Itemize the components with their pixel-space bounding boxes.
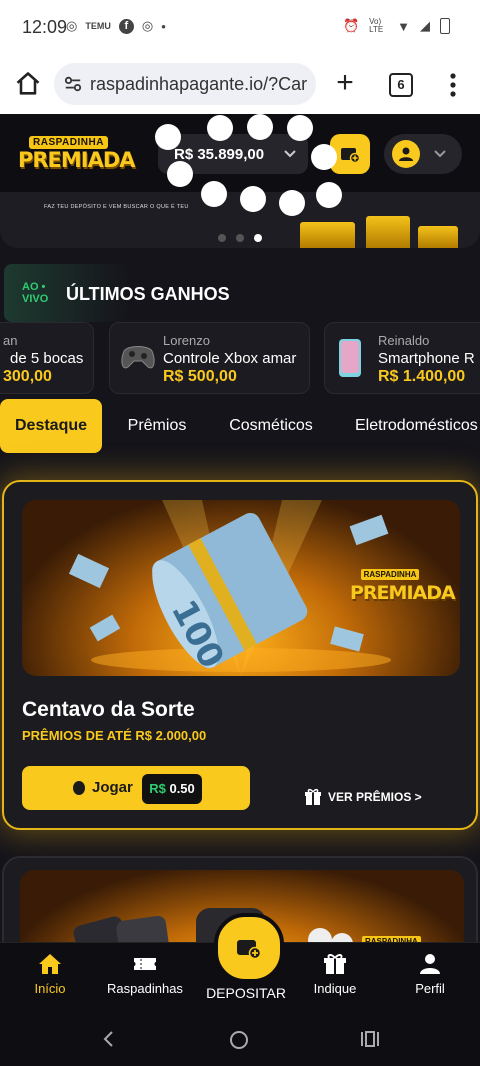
bottom-navigation: Início Raspadinhas DEPOSITAR Indique Per… <box>0 913 480 1013</box>
touch-dot <box>316 182 342 208</box>
live-wins-title: ÚLTIMOS GANHOS <box>66 284 230 304</box>
camera-notification-icon-2: ◎ <box>141 18 154 33</box>
wifi-icon: ▼ <box>397 18 410 34</box>
win-card[interactable]: Lorenzo Controle Xbox amar R$ 500,00 <box>109 322 310 394</box>
live-wins-list: an de 5 bocas 300,00 Lorenzo Controle Xb… <box>0 322 480 394</box>
touch-dot <box>207 115 233 141</box>
carousel-dot-active[interactable] <box>254 234 262 242</box>
card-max-prize: PRÊMIOS DE ATÉ R$ 2.000,00 <box>22 728 207 743</box>
recents-icon[interactable] <box>360 1030 380 1048</box>
card-image: 100 RASPADINHA PREMIADA <box>22 500 460 676</box>
deposit-label[interactable]: DEPOSITAR <box>190 985 302 1001</box>
back-icon[interactable] <box>100 1030 118 1048</box>
tab-eletrodomesticos[interactable]: Eletrodomésticos <box>344 399 480 453</box>
facebook-notification-icon: f <box>118 18 134 34</box>
temu-notification-icon: TEMU <box>85 21 111 31</box>
system-icons: ⏰ Vo) LTE ▼ ◢ <box>343 18 450 34</box>
home-icon[interactable] <box>14 70 42 98</box>
tab-premios[interactable]: Prêmios <box>112 399 202 453</box>
user-icon <box>420 954 440 974</box>
user-icon <box>399 147 413 161</box>
xbox-controller-image <box>121 346 155 369</box>
win-card[interactable]: Reinaldo Smartphone R R$ 1.400,00 <box>324 322 480 394</box>
status-time: 12:09 <box>22 17 68 37</box>
browser-toolbar: raspadinhapagante.io/?Car + 6 <box>0 56 480 114</box>
card-logo: RASPADINHA PREMIADA <box>350 569 456 604</box>
chevron-down-icon <box>284 150 296 158</box>
touch-dot <box>279 190 305 216</box>
scratch-card-centavo[interactable]: 100 RASPADINHA PREMIADA Centavo da Sorte… <box>2 480 478 830</box>
nav-home[interactable]: Início <box>2 953 98 996</box>
battery-icon <box>440 18 450 34</box>
live-wins-header: AO • VIVO ÚLTIMOS GANHOS <box>4 264 480 322</box>
url-text[interactable]: raspadinhapagante.io/?Car <box>90 74 307 95</box>
touch-dot <box>201 181 227 207</box>
win-card[interactable]: an de 5 bocas 300,00 <box>0 322 94 394</box>
camera-notification-icon: ◎ <box>66 18 78 33</box>
more-notifications-icon: • <box>161 18 166 34</box>
carousel-dot[interactable] <box>236 234 244 242</box>
volte-icon: Vo) LTE <box>369 17 384 34</box>
touch-dot <box>287 115 313 141</box>
ticket-icon <box>134 958 156 970</box>
wallet-plus-icon <box>341 148 360 163</box>
touch-dot <box>247 114 273 140</box>
play-button[interactable]: Jogar R$ 0.50 <box>22 766 250 810</box>
category-tabs: Destaque Prêmios Cosméticos Eletrodomést… <box>0 399 480 453</box>
touch-dot <box>167 161 193 187</box>
status-bar: 12:09 ◎ TEMU f ◎ • ⏰ Vo) LTE ▼ ◢ <box>0 0 480 56</box>
coin-icon <box>73 781 85 795</box>
profile-menu-button[interactable] <box>384 134 462 174</box>
card-title: Centavo da Sorte <box>22 698 195 721</box>
site-logo[interactable]: RASPADINHA PREMIADA <box>16 136 136 184</box>
view-prizes-link[interactable]: VER PRÊMIOS > <box>304 788 422 806</box>
chevron-down-icon <box>434 150 446 158</box>
banner-prize-pedestal <box>418 226 458 248</box>
new-tab-button[interactable]: + <box>330 68 360 98</box>
signal-icon: ◢ <box>420 18 430 33</box>
nav-profile[interactable]: Perfil <box>382 953 478 996</box>
tab-destaque[interactable]: Destaque <box>0 399 102 453</box>
balance-amount: R$ 35.899,00 <box>174 145 265 163</box>
tab-cosmeticos[interactable]: Cosméticos <box>216 399 326 453</box>
nav-scratch-cards[interactable]: Raspadinhas <box>97 953 193 996</box>
more-options-icon[interactable] <box>448 72 458 98</box>
touch-dot <box>311 144 337 170</box>
wallet-plus-icon <box>237 940 262 959</box>
gift-icon <box>305 788 321 805</box>
banner-prize-pedestal <box>366 216 410 248</box>
app-header: RASPADINHA PREMIADA R$ 35.899,00 <box>0 114 480 192</box>
site-settings-icon[interactable] <box>64 75 82 93</box>
play-price: R$ 0.50 <box>142 774 202 804</box>
alarm-icon: ⏰ <box>342 18 360 33</box>
smartphone-image <box>339 339 361 377</box>
touch-dot <box>155 124 181 150</box>
notification-icons: ◎ TEMU f ◎ • <box>66 18 166 34</box>
address-bar[interactable]: raspadinhapagante.io/?Car <box>54 63 316 105</box>
system-navigation-bar <box>0 1012 480 1066</box>
banner-caption: FAZ TEU DEPÓSITO E VEM BUSCAR O QUE É TE… <box>44 204 189 210</box>
carousel-dot[interactable] <box>218 234 226 242</box>
deposit-button[interactable] <box>214 913 284 983</box>
banner-prize-pedestal <box>300 222 355 248</box>
avatar <box>392 140 420 168</box>
tab-switcher-button[interactable]: 6 <box>389 73 413 97</box>
home-circle-icon[interactable] <box>229 1030 249 1050</box>
play-label: Jogar <box>92 779 133 796</box>
touch-dot <box>240 186 266 212</box>
nav-refer[interactable]: Indique <box>287 953 383 996</box>
home-icon <box>39 954 61 974</box>
gift-icon <box>324 954 346 974</box>
